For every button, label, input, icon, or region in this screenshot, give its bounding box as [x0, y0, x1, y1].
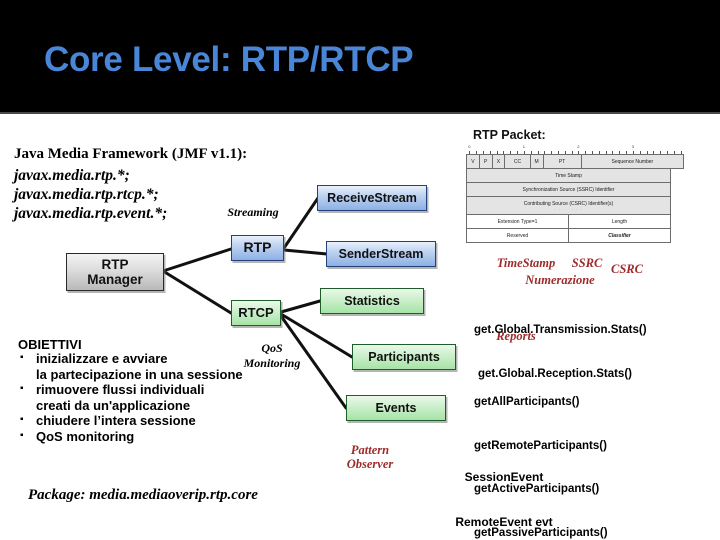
annotation-numerazione: Numerazione [525, 273, 595, 287]
list-item: inizializzare e avviare la partecipazion… [18, 350, 243, 382]
bit-tick [571, 151, 573, 154]
node-participants-label: Participants [368, 350, 440, 364]
bit-number: 1 [522, 144, 526, 149]
bit-tick [578, 151, 580, 154]
packet-field-pt: PT [542, 154, 582, 169]
packet-field-csrc: Contributing Source (CSRC) Identifier(s)… [466, 196, 671, 215]
node-rtp-label: RTP [243, 239, 272, 256]
table-row: Reserved Classifier [466, 228, 684, 243]
slide-canvas: Core Level: RTP/RTCP Java Media Framewor… [0, 0, 720, 540]
node-events-label: Events [375, 401, 417, 415]
edge-label-streaming: Streaming [227, 205, 279, 219]
node-sender-stream[interactable]: SenderStream [326, 241, 436, 267]
node-rtcp[interactable]: RTCP [231, 300, 281, 326]
bit-tick [660, 151, 662, 154]
bit-tick [523, 151, 525, 154]
table-row: Time Stamp [466, 168, 684, 183]
table-row: V P X CC M PT Sequence Number [466, 154, 685, 169]
table-row: Extension Type=1 Length [466, 214, 684, 229]
node-receive-stream-label: ReceiveStream [327, 191, 417, 205]
bit-tick [646, 151, 648, 154]
bit-tick [551, 151, 553, 154]
jmf-import-list: javax.media.rtp.*; javax.media.rtp.rtcp.… [14, 167, 168, 222]
bit-tick [510, 151, 512, 154]
packet-field-csrc-continuation: . . . . . . . [554, 205, 583, 211]
annotation-pattern-observer: Pattern Observer [346, 443, 394, 471]
bit-tick [469, 151, 471, 154]
node-statistics[interactable]: Statistics [320, 288, 424, 314]
bit-tick [483, 151, 485, 154]
node-sender-stream-label: SenderStream [338, 247, 424, 261]
bit-number: 2 [577, 144, 580, 149]
node-rtp-manager-label: RTP Manager [87, 256, 143, 287]
rtp-packet-figure: 0 1 2 3 V P X CC M PT Sequence Number Time … [466, 144, 685, 243]
bit-tick [666, 151, 668, 154]
bit-tick [653, 151, 655, 154]
bit-number: 0 [468, 144, 471, 149]
bit-tick [537, 151, 539, 154]
packet-field-classifier: Classifier [568, 228, 671, 243]
bit-tick [619, 151, 621, 154]
node-receive-stream[interactable]: ReceiveStream [317, 185, 427, 211]
table-row: Synchronization Source (SSRC) Identifier [466, 182, 684, 197]
packet-field-padding: P [478, 154, 493, 169]
table-row: Contributing Source (CSRC) Identifier(s)… [466, 196, 684, 215]
bit-tick [612, 151, 614, 154]
node-rtp-manager[interactable]: RTP Manager [66, 253, 164, 291]
bit-tick [489, 151, 491, 154]
bit-number: 3 [631, 144, 635, 149]
list-item: RemoteEvent evt [455, 515, 553, 529]
bit-tick [503, 151, 505, 154]
bit-tick [496, 151, 498, 154]
bit-tick [530, 151, 532, 154]
bit-tick [680, 151, 682, 154]
node-statistics-label: Statistics [344, 294, 400, 308]
node-rtp[interactable]: RTP [231, 235, 284, 261]
bit-tick [517, 151, 519, 154]
packet-field-version: V [466, 154, 480, 169]
bit-tick [605, 151, 607, 154]
bit-tick [557, 151, 559, 154]
list-item: QoS monitoring [18, 428, 243, 445]
page-title: Core Level: RTP/RTCP [44, 40, 414, 79]
list-item: SessionEvent [464, 470, 544, 484]
bit-tick [585, 151, 587, 154]
packet-field-cc: CC [504, 154, 531, 169]
list-item: rimuovere flussi individuali creati da u… [18, 381, 243, 413]
edge-label-qos-monitoring: QoS Monitoring [243, 341, 301, 370]
packet-field-reserved: Reserved [466, 228, 569, 243]
method-item: getAllParticipants() [474, 396, 580, 408]
objectives-list: inizializzare e avviare la partecipazion… [18, 350, 243, 445]
node-participants[interactable]: Participants [352, 344, 456, 370]
bit-tick [632, 151, 634, 154]
header-divider [0, 112, 720, 114]
packet-figure-title: RTP Packet: [473, 128, 546, 142]
bit-tick [476, 151, 478, 154]
packet-field-length: Length [568, 214, 671, 229]
bit-tick [598, 151, 600, 154]
bit-tick [544, 151, 546, 154]
list-item: chiudere l’intera sessione [18, 412, 243, 429]
events-list: SessionEvent RemoteEvent evt SendStreamE… [404, 440, 604, 540]
bit-tick [673, 151, 675, 154]
packet-field-timestamp: Time Stamp [466, 168, 671, 183]
objectives-title: OBIETTIVI [18, 337, 82, 352]
bit-ruler: 0 1 2 3 [466, 144, 684, 154]
bit-tick [564, 151, 566, 154]
node-rtcp-label: RTCP [238, 304, 274, 320]
package-footer: Package: media.mediaoverip.rtp.core [28, 487, 258, 503]
packet-field-ssrc: Synchronization Source (SSRC) Identifier [466, 182, 671, 197]
bit-tick [626, 151, 628, 154]
bit-tick [639, 151, 641, 154]
node-events[interactable]: Events [346, 395, 446, 421]
packet-header-table: V P X CC M PT Sequence Number Time Stamp… [466, 154, 685, 243]
packet-field-sequence-number: Sequence Number [580, 154, 685, 169]
bit-tick [592, 151, 594, 154]
packet-field-extension-type: Extension Type=1 [466, 214, 569, 229]
jmf-heading: Java Media Framework (JMF v1.1): [14, 146, 248, 162]
method-item: get.Global.Transmission.Stats() [474, 324, 647, 336]
packet-field-marker: M [529, 154, 544, 169]
packet-field-extension: X [491, 154, 506, 169]
